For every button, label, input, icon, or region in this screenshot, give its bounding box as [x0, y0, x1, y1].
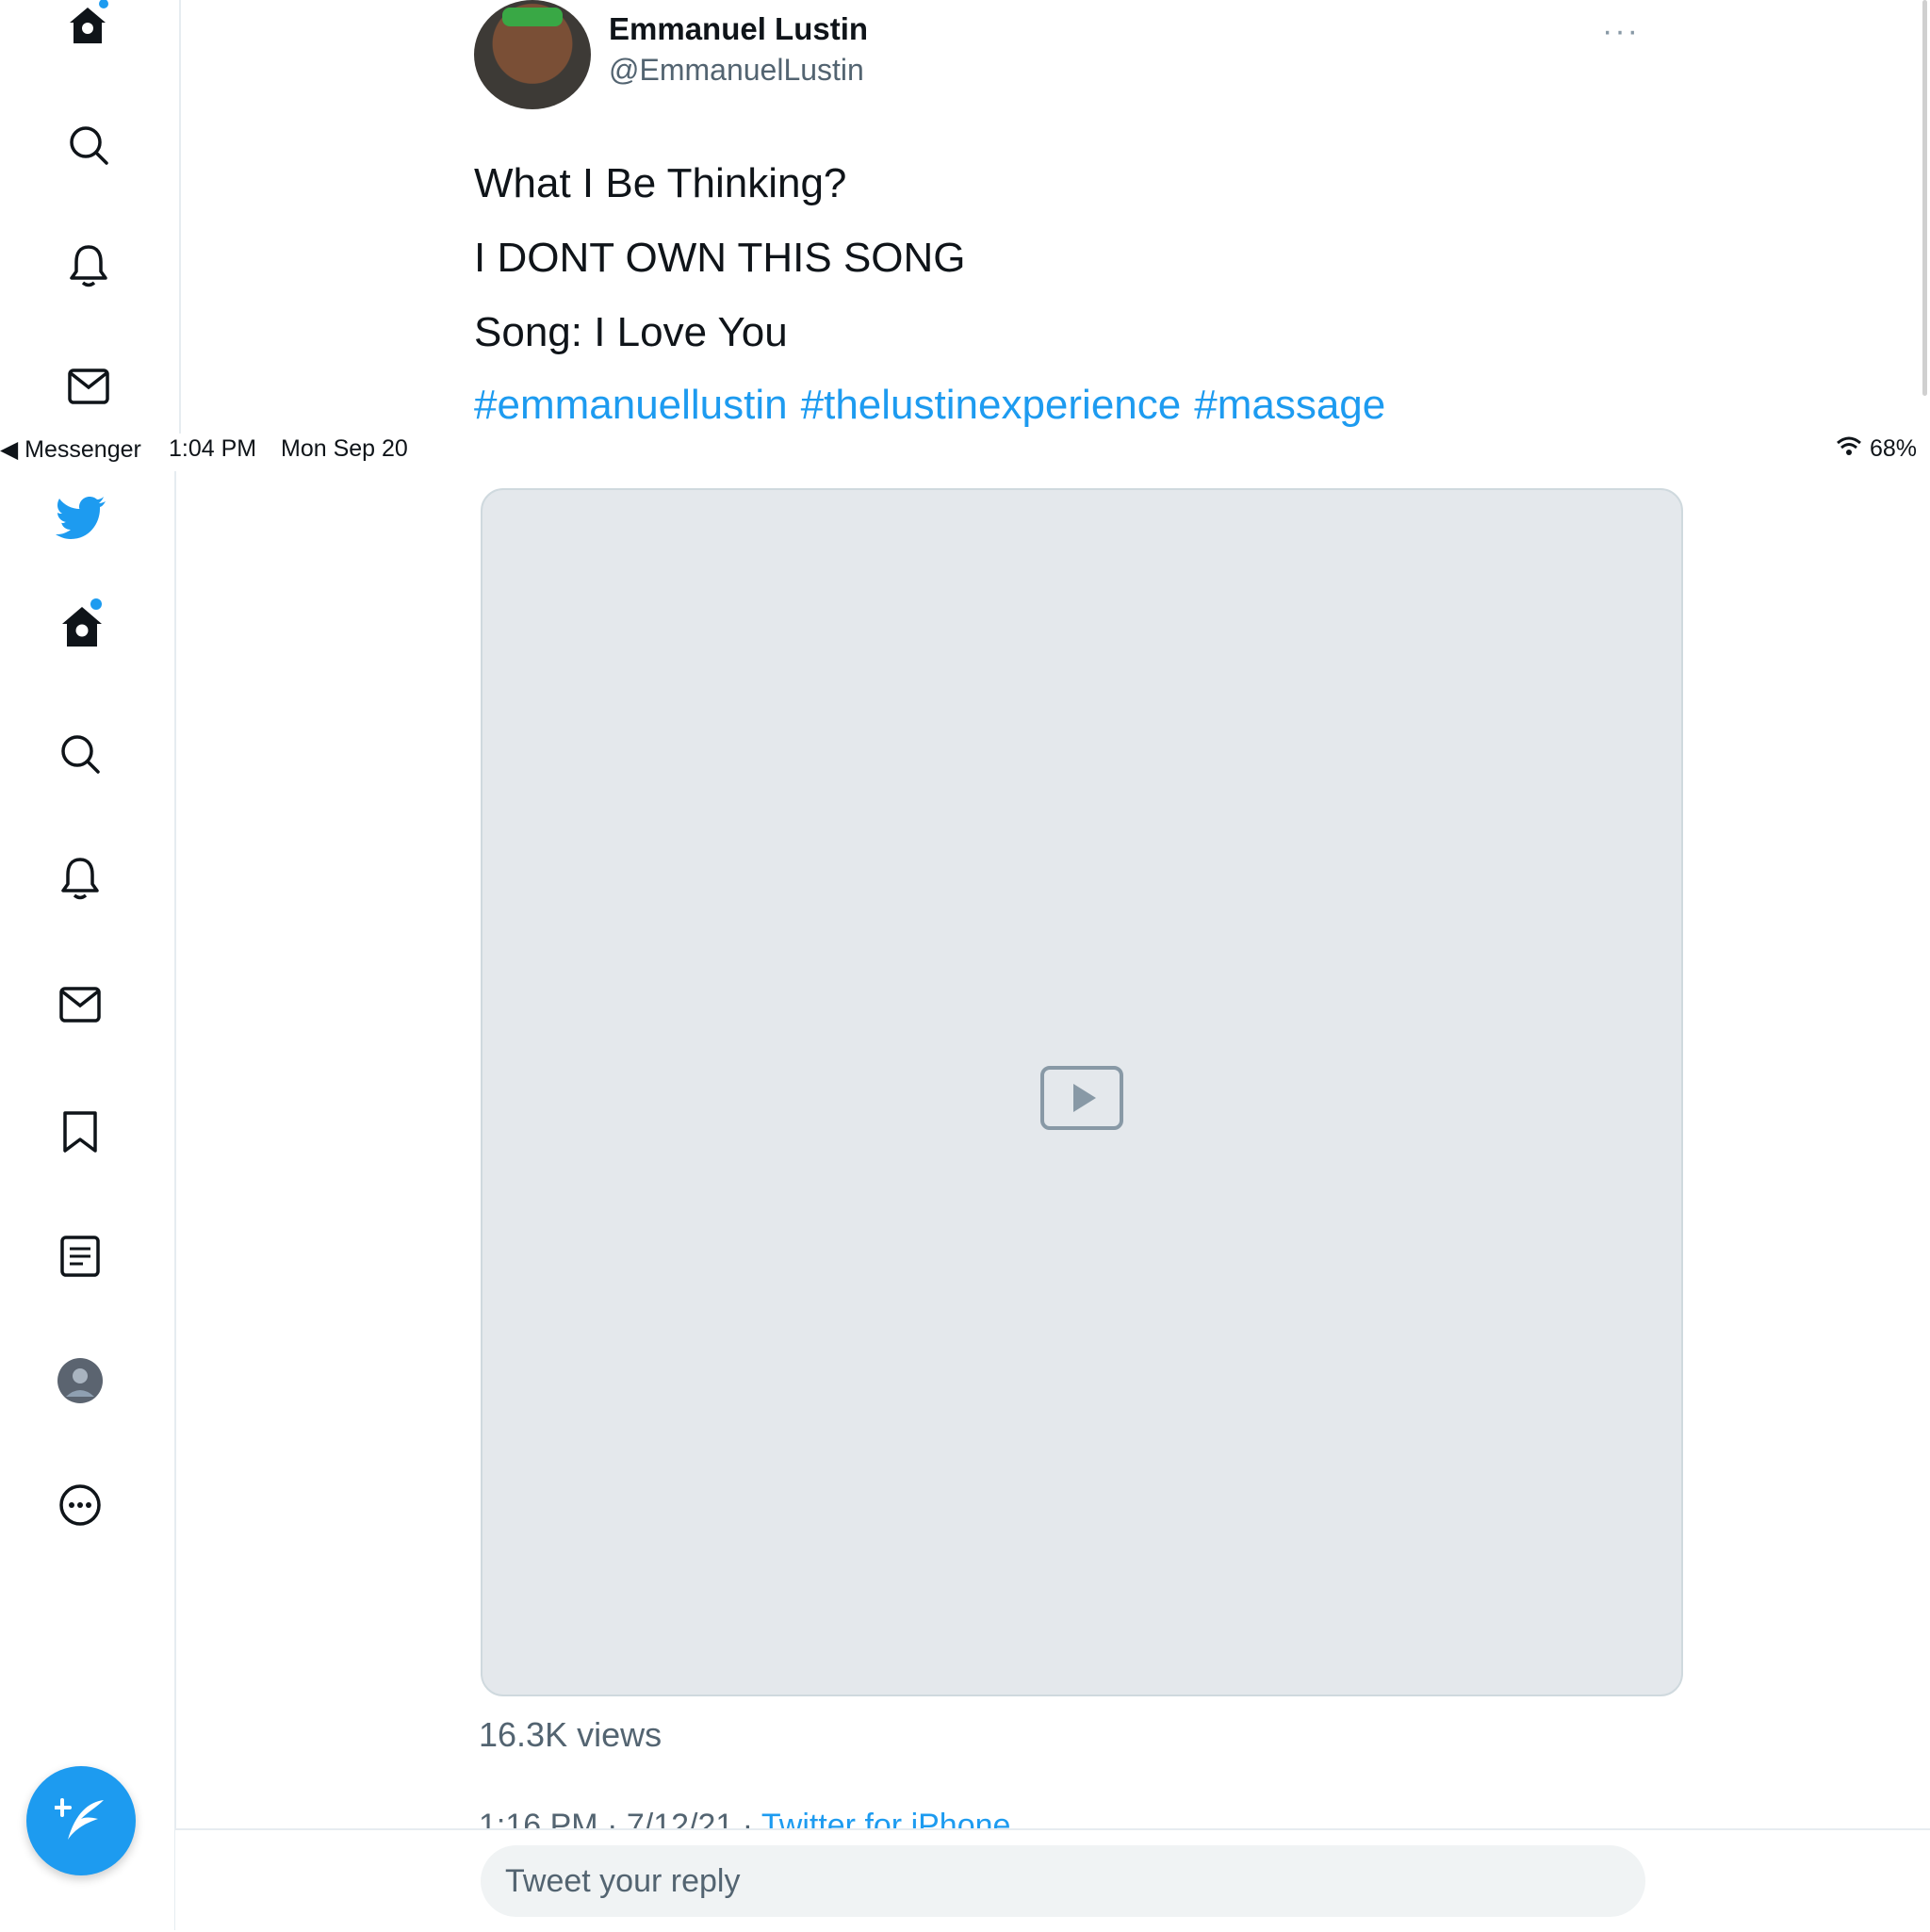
twitter-logo-icon[interactable] [55, 496, 107, 541]
profile-avatar[interactable] [57, 1357, 104, 1404]
messages-icon[interactable] [59, 986, 101, 1023]
reply-bar [175, 1828, 1930, 1932]
search-icon[interactable] [59, 733, 101, 775]
messages-icon[interactable] [68, 368, 109, 405]
compose-tweet-button[interactable] [26, 1766, 136, 1875]
battery-level: 68% [1870, 435, 1918, 462]
status-date: Mon Sep 20 [281, 435, 408, 462]
search-icon[interactable] [68, 124, 109, 166]
view-count: 16.3K views [479, 1715, 662, 1754]
notifications-icon[interactable] [68, 243, 109, 288]
author-handle[interactable]: @EmmanuelLustin [609, 53, 864, 88]
hashtag-link[interactable]: #emmanuellustin [474, 382, 788, 428]
home-icon[interactable] [58, 598, 106, 648]
tweet-text-line: Song: I Love You [474, 309, 788, 355]
hashtag-link[interactable]: #thelustinexperience [801, 382, 1182, 428]
sidebar-scrolled [0, 0, 181, 434]
more-icon[interactable] [58, 1483, 102, 1527]
more-options-icon[interactable]: ··· [1602, 13, 1640, 50]
author-name[interactable]: Emmanuel Lustin [609, 11, 868, 47]
tweet-media-placeholder[interactable] [481, 488, 1683, 1696]
tweet-text-line: What I Be Thinking? [474, 160, 847, 206]
lists-icon[interactable] [60, 1236, 100, 1277]
back-to-app-link[interactable]: ◀ Messenger [0, 435, 141, 464]
notifications-icon[interactable] [59, 856, 101, 901]
home-icon[interactable] [66, 0, 109, 47]
author-avatar[interactable] [474, 0, 591, 109]
hashtag-link[interactable]: #massage [1194, 382, 1385, 428]
bookmarks-icon[interactable] [62, 1110, 98, 1154]
status-bar: ◀ Messenger 1:04 PM Mon Sep 20 68% [0, 434, 1930, 471]
tweet-text-line: I DONT OWN THIS SONG [474, 235, 966, 281]
reply-input[interactable] [481, 1845, 1645, 1917]
status-time: 1:04 PM [169, 435, 257, 462]
scrollbar[interactable] [1922, 0, 1927, 396]
hashtags: #emmanuellustin #thelustinexperience #mass… [474, 382, 1398, 429]
compose-tweet-icon [53, 1796, 107, 1850]
sidebar [0, 471, 176, 1930]
media-placeholder-icon [482, 1065, 1681, 1139]
wifi-icon [1836, 434, 1862, 465]
